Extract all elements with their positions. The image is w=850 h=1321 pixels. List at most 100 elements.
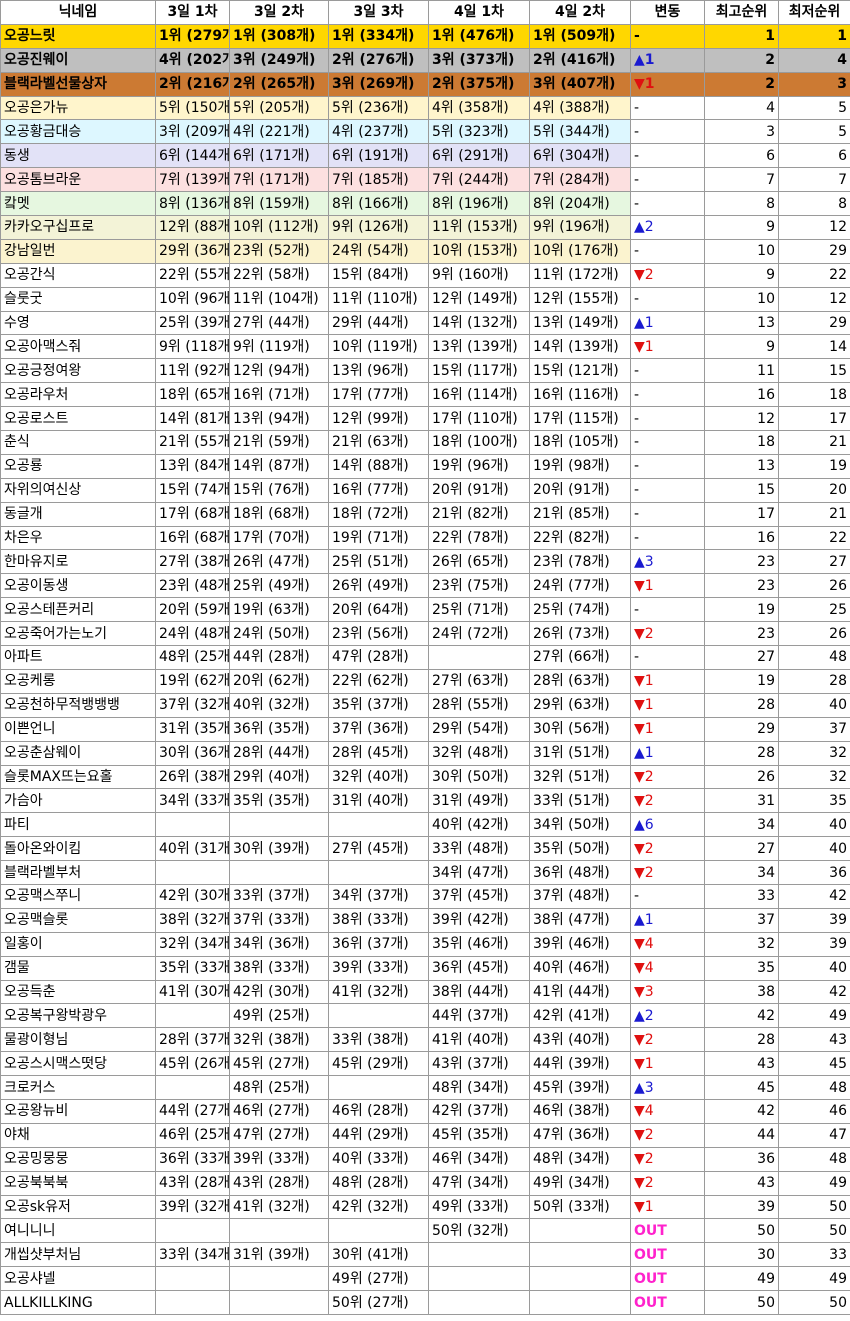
change-cell: ▼4 xyxy=(630,931,705,957)
header-day4-round1: 4일 1차 xyxy=(428,0,530,25)
table-row: 오공sk유저 39위 (32개) 41위 (32개) 42위 (32개) 49위 (33… xyxy=(0,1194,850,1220)
change-cell: - xyxy=(630,167,705,193)
day3-round1-cell: 29위 (36개) xyxy=(155,238,230,264)
day4-round2-cell: 34위 (50개) xyxy=(529,812,631,838)
worst-rank-cell: 29 xyxy=(778,238,850,264)
day4-round1-cell: 32위 (48개) xyxy=(428,740,530,766)
change-cell: ▼1 xyxy=(630,71,705,97)
nickname-cell: 오공케롱 xyxy=(0,668,156,694)
nickname-cell: 오공긍정여왕 xyxy=(0,358,156,384)
day3-round1-cell: 7위 (139개) xyxy=(155,167,230,193)
change-cell: - xyxy=(630,525,705,551)
worst-rank-cell: 28 xyxy=(778,668,850,694)
nickname-cell: 오공춘삼웨이 xyxy=(0,740,156,766)
day4-round2-cell: 15위 (121개) xyxy=(529,358,631,384)
nickname-cell: 오공진웨이 xyxy=(0,47,156,73)
change-cell: ▼2 xyxy=(630,1122,705,1148)
nickname-cell: 오공황금대승 xyxy=(0,119,156,145)
best-rank-cell: 4 xyxy=(704,95,779,121)
best-rank-cell: 36 xyxy=(704,1146,779,1172)
table-row: 오공이동생 23위 (48개) 25위 (49개) 26위 (49개) 23위 (75개… xyxy=(0,573,850,599)
change-cell: - xyxy=(630,406,705,432)
best-rank-cell: 13 xyxy=(704,453,779,479)
day3-round3-cell: 35위 (37개) xyxy=(328,692,429,718)
day4-round1-cell: 31위 (49개) xyxy=(428,788,530,814)
day3-round3-cell: 37위 (36개) xyxy=(328,716,429,742)
day3-round2-cell: 35위 (35개) xyxy=(229,788,329,814)
day4-round2-cell: 36위 (48개) xyxy=(529,860,631,885)
nickname-cell: 개씹샷부처님 xyxy=(0,1242,156,1268)
day3-round2-cell: 30위 (39개) xyxy=(229,836,329,862)
day4-round1-cell: 12위 (149개) xyxy=(428,286,530,312)
change-cell: OUT xyxy=(630,1266,705,1292)
day4-round1-cell: 40위 (42개) xyxy=(428,812,530,838)
best-rank-cell: 2 xyxy=(704,47,779,73)
change-cell: ▼2 xyxy=(630,764,705,790)
nickname-cell: 오공천하무적뱅뱅뱅 xyxy=(0,692,156,718)
table-row: 파티 40위 (42개) 34위 (50개) ▲6 34 40 xyxy=(0,812,850,838)
header-best-rank: 최고순위 xyxy=(704,0,779,25)
day3-round3-cell: 4위 (237개) xyxy=(328,119,429,145)
table-row: 아파트 48위 (25개) 44위 (28개) 47위 (28개) 27위 (66개) -… xyxy=(0,645,850,670)
best-rank-cell: 19 xyxy=(704,668,779,694)
day4-round1-cell: 14위 (132개) xyxy=(428,310,530,336)
nickname-cell: 여니니니 xyxy=(0,1218,156,1244)
day3-round1-cell: 11위 (92개) xyxy=(155,358,230,384)
table-row: 이쁜언니 31위 (35개) 36위 (35개) 37위 (36개) 29위 (54개)… xyxy=(0,716,850,742)
day4-round1-cell: 17위 (110개) xyxy=(428,406,530,432)
table-row: ALLKILLKING 50위 (27개) OUT 50 50 xyxy=(0,1290,850,1315)
day4-round2-cell: 1위 (509개) xyxy=(529,23,631,49)
day4-round2-cell: 13위 (149개) xyxy=(529,310,631,336)
day4-round2-cell: 16위 (116개) xyxy=(529,382,631,408)
best-rank-cell: 27 xyxy=(704,645,779,670)
worst-rank-cell: 50 xyxy=(778,1194,850,1220)
header-row: 닉네임 3일 1차 3일 2차 3일 3차 4일 1차 4일 2차 변동 최고순… xyxy=(0,0,850,25)
day4-round1-cell: 28위 (55개) xyxy=(428,692,530,718)
day3-round2-cell: 16위 (71개) xyxy=(229,382,329,408)
best-rank-cell: 23 xyxy=(704,621,779,647)
day3-round3-cell xyxy=(328,1075,429,1100)
day4-round2-cell: 30위 (56개) xyxy=(529,716,631,742)
nickname-cell: 오공북북북 xyxy=(0,1170,156,1196)
change-cell: - xyxy=(630,501,705,527)
day3-round3-cell: 32위 (40개) xyxy=(328,764,429,790)
day3-round1-cell: 37위 (32개) xyxy=(155,692,230,718)
best-rank-cell: 8 xyxy=(704,191,779,217)
best-rank-cell: 26 xyxy=(704,764,779,790)
change-cell: OUT xyxy=(630,1290,705,1315)
table-row: 강남일번 29위 (36개) 23위 (52개) 24위 (54개) 10위 (153개… xyxy=(0,238,850,264)
best-rank-cell: 19 xyxy=(704,597,779,623)
header-day3-round1: 3일 1차 xyxy=(155,0,230,25)
day3-round1-cell: 32위 (34개) xyxy=(155,931,230,957)
change-cell: - xyxy=(630,645,705,670)
nickname-cell: 오공밍뭉뭉 xyxy=(0,1146,156,1172)
day4-round2-cell: 46위 (38개) xyxy=(529,1098,631,1124)
day4-round2-cell: 42위 (41개) xyxy=(529,1003,631,1029)
change-cell: ▼1 xyxy=(630,334,705,360)
day3-round2-cell xyxy=(229,812,329,838)
table-row: 오공황금대승 3위 (209개) 4위 (221개) 4위 (237개) 5위 (323… xyxy=(0,119,850,145)
day3-round2-cell: 32위 (38개) xyxy=(229,1027,329,1053)
day3-round3-cell: 6위 (191개) xyxy=(328,143,429,169)
day4-round2-cell: 17위 (115개) xyxy=(529,406,631,432)
day3-round1-cell: 45위 (26개) xyxy=(155,1051,230,1077)
day4-round2-cell: 3위 (407개) xyxy=(529,71,631,97)
day3-round2-cell: 27위 (44개) xyxy=(229,310,329,336)
day3-round3-cell: 27위 (45개) xyxy=(328,836,429,862)
day3-round1-cell xyxy=(155,860,230,885)
day4-round2-cell: 45위 (39개) xyxy=(529,1075,631,1100)
day3-round3-cell: 9위 (126개) xyxy=(328,215,429,240)
day4-round2-cell: 38위 (47개) xyxy=(529,907,631,933)
worst-rank-cell: 7 xyxy=(778,167,850,193)
day3-round1-cell: 39위 (32개) xyxy=(155,1194,230,1220)
day3-round3-cell xyxy=(328,1003,429,1029)
nickname-cell: 오공sk유저 xyxy=(0,1194,156,1220)
change-cell: ▲1 xyxy=(630,47,705,73)
day4-round2-cell xyxy=(529,1266,631,1292)
day4-round2-cell: 5위 (344개) xyxy=(529,119,631,145)
day3-round2-cell: 49위 (25개) xyxy=(229,1003,329,1029)
day4-round1-cell: 15위 (117개) xyxy=(428,358,530,384)
day3-round2-cell: 19위 (63개) xyxy=(229,597,329,623)
table-row: 오공맥슬롯 38위 (32개) 37위 (33개) 38위 (33개) 39위 (42개… xyxy=(0,907,850,933)
day4-round1-cell: 48위 (34개) xyxy=(428,1075,530,1100)
